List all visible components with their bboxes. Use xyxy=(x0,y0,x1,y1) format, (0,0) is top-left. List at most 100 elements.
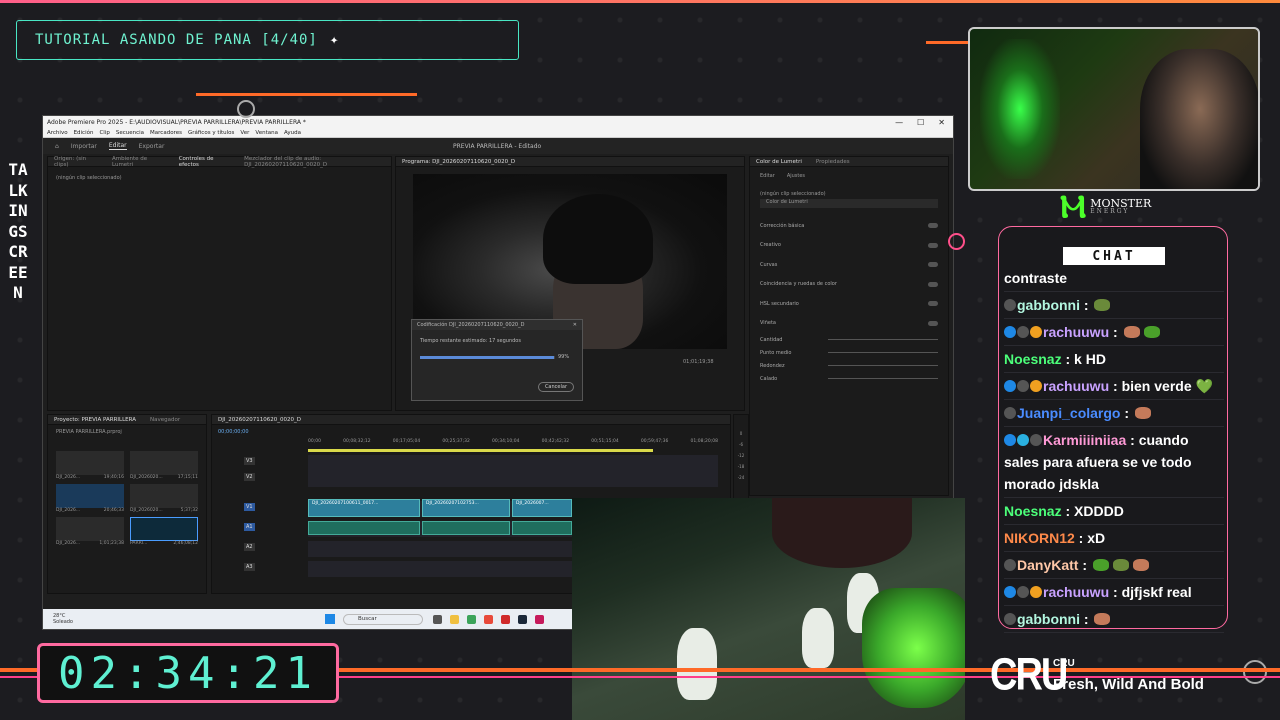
lumetri-section[interactable]: Corrección básica xyxy=(750,216,948,236)
tab-lumetri-edit[interactable]: Editar xyxy=(760,173,775,179)
track-label[interactable]: A2 xyxy=(244,543,255,551)
audio-clip[interactable] xyxy=(422,521,510,535)
menu-item[interactable]: Clip xyxy=(99,130,109,136)
lumetri-section[interactable]: Viñeta xyxy=(750,314,948,334)
vignette-param[interactable]: Punto medio xyxy=(750,346,948,359)
taskbar-search[interactable]: Buscar xyxy=(343,613,423,625)
vignette-slider[interactable] xyxy=(828,352,938,353)
windows-start-icon[interactable] xyxy=(325,614,335,624)
lumetri-no-clip: (ningún clip seleccionado) xyxy=(760,191,826,197)
chat-username[interactable]: Karmiiiiniiaa xyxy=(1043,432,1126,448)
tab-lumetri-color[interactable]: Color de Lumetri xyxy=(756,159,802,165)
mod-badge-icon xyxy=(1017,380,1029,392)
workspace-export[interactable]: Exportar xyxy=(139,143,165,150)
app-icon[interactable] xyxy=(535,614,544,624)
chrome-icon[interactable] xyxy=(484,614,493,624)
workspace-import[interactable]: Importar xyxy=(71,143,97,150)
minimize-icon[interactable]: — xyxy=(895,118,903,127)
vignette-param[interactable]: Calado xyxy=(750,372,948,385)
video-clip[interactable]: DJI_20260207100611_0017... xyxy=(308,499,420,517)
track-label[interactable]: A3 xyxy=(244,563,255,571)
section-toggle[interactable] xyxy=(928,242,938,248)
chat-username[interactable]: NIKORN12 xyxy=(1004,530,1075,546)
tab-lumetri-scopes[interactable]: Ambiente de Lumetri xyxy=(112,156,165,168)
lumetri-look-select[interactable]: Color de Lumetri xyxy=(760,199,938,208)
workspace-edit[interactable]: Editar xyxy=(108,142,127,150)
vignette-param[interactable]: Cantidad xyxy=(750,333,948,346)
project-thumbnail[interactable]: DJI_2026020... 5;37;32 xyxy=(130,484,198,513)
project-thumbnail[interactable]: DJI_2026020... 17;15;11 xyxy=(130,451,198,480)
section-toggle[interactable] xyxy=(928,320,938,326)
close-icon[interactable]: ✕ xyxy=(938,118,945,127)
tab-source[interactable]: Origen: (sin clips) xyxy=(54,156,98,168)
track-label[interactable]: V1 xyxy=(244,503,255,511)
tab-lumetri-settings[interactable]: Ajustes xyxy=(787,173,805,179)
project-thumbnail[interactable]: DJI_2026... 19;40;16 xyxy=(56,451,124,480)
audio-clip[interactable] xyxy=(308,521,420,535)
vignette-slider[interactable] xyxy=(828,365,938,366)
ruler-tick-label: 01;08;20;08 xyxy=(690,439,718,444)
chat-username[interactable]: rachuuwu xyxy=(1043,378,1109,394)
track-label[interactable]: V3 xyxy=(244,457,255,465)
lumetri-section[interactable]: Coincidencia y ruedas de color xyxy=(750,275,948,295)
chat-username[interactable]: DanyKatt xyxy=(1017,557,1078,573)
track-lane xyxy=(308,471,718,487)
steam-icon[interactable] xyxy=(518,614,527,624)
section-toggle[interactable] xyxy=(928,281,938,287)
section-toggle[interactable] xyxy=(928,262,938,268)
project-thumbnail[interactable]: DJI_2026... 20;46;33 xyxy=(56,484,124,513)
chat-username[interactable]: Juanpi_colargo xyxy=(1017,405,1120,421)
project-thumbnails: DJI_2026... 19;40;16 DJI_2026020... 17;15;1… xyxy=(48,439,206,558)
meter-label: -12 xyxy=(737,453,745,458)
tab-audio-mixer[interactable]: Mezclador del clip de audio: DJI_2026020… xyxy=(244,156,391,168)
vignette-slider[interactable] xyxy=(828,378,938,379)
meter-label: -24 xyxy=(737,475,745,480)
tab-effect-controls[interactable]: Controles de efectos xyxy=(179,156,230,168)
track-label[interactable]: V2 xyxy=(244,473,255,481)
chat-username[interactable]: Noesnaz xyxy=(1004,351,1062,367)
project-thumbnail[interactable]: PARRI... 2;46;08;12 xyxy=(130,517,198,546)
section-toggle[interactable] xyxy=(928,301,938,307)
tab-navigator[interactable]: Navegador xyxy=(150,417,180,423)
timeline-timecode[interactable]: 00;00;00;00 xyxy=(212,425,730,439)
chat-username[interactable]: rachuuwu xyxy=(1043,324,1109,340)
home-icon[interactable]: ⌂ xyxy=(55,143,59,150)
menu-item[interactable]: Secuencia xyxy=(116,130,144,136)
lumetri-section[interactable]: Creativo xyxy=(750,236,948,256)
lumetri-section[interactable]: HSL secundario xyxy=(750,294,948,314)
program-label[interactable]: Programa: DJI_20260207110620_0020_D xyxy=(402,159,515,165)
track-label[interactable]: A1 xyxy=(244,523,255,531)
menu-item[interactable]: Marcadores xyxy=(150,130,182,136)
chat-username[interactable]: rachuuwu xyxy=(1043,584,1109,600)
video-clip[interactable]: DJI_20260207102753... xyxy=(422,499,510,517)
video-clip[interactable]: DJI_2026007... xyxy=(512,499,572,517)
menu-item[interactable]: Edición xyxy=(74,130,94,136)
audio-clip[interactable] xyxy=(512,521,572,535)
weather-widget[interactable]: 28°C Soleado xyxy=(53,613,73,625)
close-icon[interactable]: ✕ xyxy=(573,322,577,328)
chat-username[interactable]: gabbonni xyxy=(1017,297,1080,313)
chat-username[interactable]: gabbonni xyxy=(1017,611,1080,627)
tab-properties[interactable]: Propiedades xyxy=(816,159,850,165)
taskview-icon[interactable] xyxy=(433,614,442,624)
sequence-label[interactable]: DJI_20260207110620_0020_D xyxy=(218,417,301,423)
chat-message: NIKORN12 : xD xyxy=(1004,525,1224,552)
tab-project[interactable]: Proyecto: PREVIA PARRILLERA xyxy=(54,417,136,423)
ruler-tick-label: 00;42;42;32 xyxy=(541,439,570,444)
chat-username[interactable]: Noesnaz xyxy=(1004,503,1062,519)
menu-item[interactable]: Ayuda xyxy=(284,130,301,136)
lumetri-section[interactable]: Curvas xyxy=(750,255,948,275)
menu-item[interactable]: Ver xyxy=(240,130,249,136)
menu-item[interactable]: Ventana xyxy=(255,130,278,136)
menu-item[interactable]: Gráficos y títulos xyxy=(188,130,234,136)
vignette-slider[interactable] xyxy=(828,339,938,340)
file-explorer-icon[interactable] xyxy=(450,614,459,624)
opera-icon[interactable] xyxy=(501,614,510,624)
vignette-param[interactable]: Redondez xyxy=(750,359,948,372)
maximize-icon[interactable]: ☐ xyxy=(917,118,924,127)
app-icon[interactable] xyxy=(467,614,476,624)
project-thumbnail[interactable]: DJI_2026... 1;01;23;38 xyxy=(56,517,124,546)
cancel-button[interactable]: Cancelar xyxy=(537,382,574,392)
menu-item[interactable]: Archivo xyxy=(47,130,68,136)
section-toggle[interactable] xyxy=(928,223,938,229)
